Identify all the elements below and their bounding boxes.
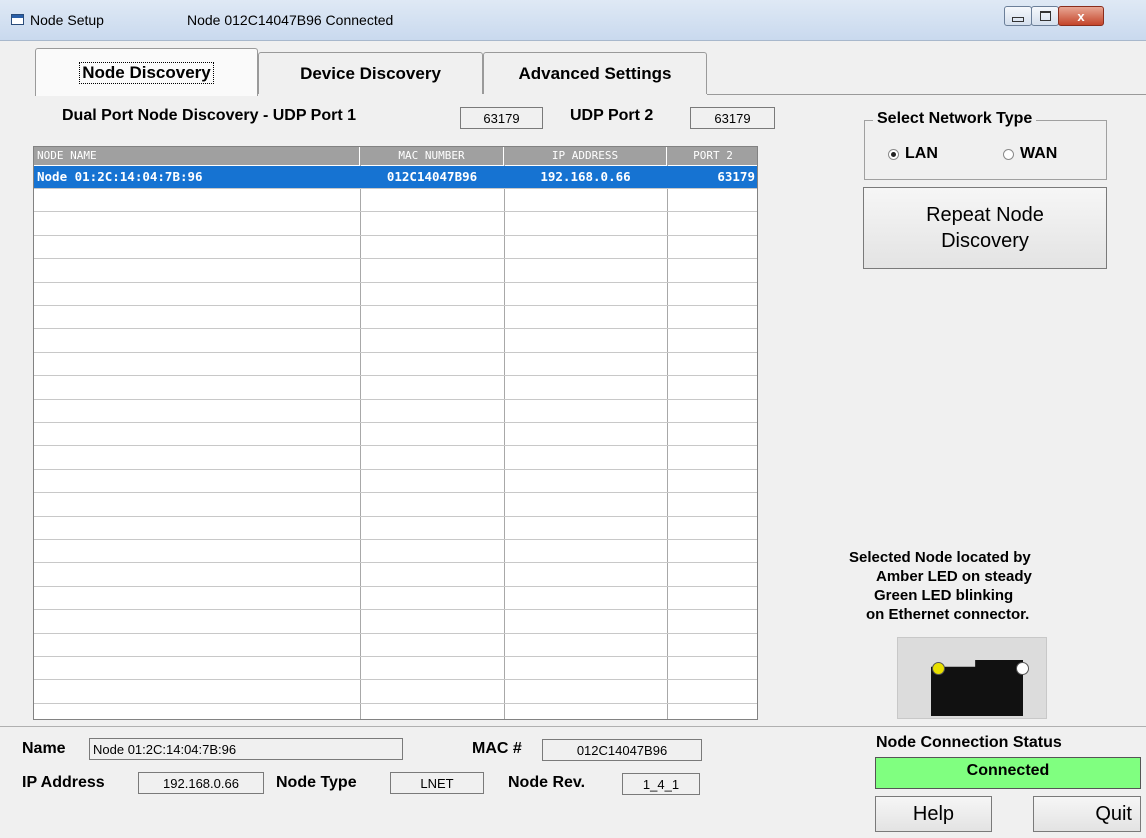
- tab-device-discovery[interactable]: Device Discovery: [258, 52, 483, 94]
- table-row-selected[interactable]: Node 01:2C:14:04:7B:96 012C14047B96 192.…: [34, 166, 757, 188]
- tab-label: Device Discovery: [300, 63, 441, 83]
- cell-mac-number: 012C14047B96: [386, 169, 478, 184]
- grid-row-line: [34, 539, 757, 540]
- repeat-node-discovery-button[interactable]: Repeat Node Discovery: [863, 187, 1107, 269]
- radio-wan-label: WAN: [1020, 145, 1058, 162]
- grid-row-line: [34, 258, 757, 259]
- column-header-mac-number[interactable]: MAC NUMBER: [360, 147, 504, 165]
- title-bar: Node Setup Node 012C14047B96 Connected x: [0, 0, 1146, 41]
- green-led-icon: [1016, 662, 1029, 675]
- ethernet-connector-image: [897, 637, 1047, 719]
- minimize-icon: [1012, 16, 1024, 22]
- node-type-field[interactable]: LNET: [390, 772, 484, 794]
- grid-row-line: [34, 445, 757, 446]
- grid-row-line: [34, 492, 757, 493]
- grid-row-line: [34, 399, 757, 400]
- grid-row-line: [34, 703, 757, 704]
- grid-row-line: [34, 562, 757, 563]
- hint-line: Selected Node located by: [849, 549, 1031, 566]
- node-rev-label: Node Rev.: [508, 774, 586, 791]
- window-status-text: Node 012C14047B96 Connected: [187, 12, 394, 28]
- amber-led-icon: [932, 662, 945, 675]
- udp-port1-field[interactable]: 63179: [460, 107, 543, 129]
- network-type-legend: Select Network Type: [873, 110, 1037, 128]
- column-header-node-name[interactable]: NODE NAME: [34, 147, 360, 165]
- window-title: Node Setup: [30, 12, 104, 28]
- radio-lan-label: LAN: [905, 145, 938, 162]
- tab-advanced-settings[interactable]: Advanced Settings: [483, 52, 707, 94]
- hint-line: on Ethernet connector.: [866, 606, 1030, 623]
- node-rev-field[interactable]: 1_4_1: [622, 773, 700, 795]
- led-hint-text: Selected Node located by Amber LED on st…: [846, 548, 1136, 624]
- udp-port2-label: UDP Port 2: [570, 107, 654, 124]
- radio-unchecked-icon: [1003, 148, 1014, 160]
- grid-row-line: [34, 469, 757, 470]
- grid-column-divider: [360, 165, 361, 719]
- grid-row-line: [34, 633, 757, 634]
- grid-row-line: [34, 422, 757, 423]
- connection-status-indicator: Connected: [875, 757, 1141, 789]
- quit-button[interactable]: Quit: [1033, 796, 1141, 832]
- hint-line: Amber LED on steady: [876, 568, 1032, 585]
- grid-row-line: [34, 282, 757, 283]
- grid-row-line: [34, 188, 757, 189]
- name-label: Name: [22, 740, 66, 757]
- mac-label: MAC #: [472, 740, 522, 757]
- hint-line: Green LED blinking: [874, 587, 1014, 604]
- close-button[interactable]: x: [1058, 6, 1104, 26]
- app-window-icon: [11, 14, 24, 25]
- grid-row-line: [34, 679, 757, 680]
- udp-port1-label: Dual Port Node Discovery - UDP Port 1: [62, 107, 356, 124]
- ip-address-field[interactable]: 192.168.0.66: [138, 772, 264, 794]
- maximize-button[interactable]: [1031, 6, 1059, 26]
- cell-node-name: Node 01:2C:14:04:7B:96: [37, 169, 203, 184]
- radio-lan[interactable]: LAN: [888, 145, 938, 163]
- cell-port-2: 63179: [717, 169, 755, 184]
- node-type-label: Node Type: [276, 774, 357, 791]
- maximize-icon: [1039, 11, 1051, 21]
- tab-node-discovery[interactable]: Node Discovery: [35, 48, 258, 96]
- udp-port2-field[interactable]: 63179: [690, 107, 775, 129]
- grid-row-line: [34, 352, 757, 353]
- node-grid[interactable]: NODE NAME MAC NUMBER IP ADDRESS PORT 2 N…: [33, 146, 758, 720]
- grid-row-line: [34, 305, 757, 306]
- grid-column-divider: [504, 165, 505, 719]
- radio-wan[interactable]: WAN: [1003, 145, 1057, 163]
- ip-address-label: IP Address: [22, 774, 105, 791]
- grid-row-line: [34, 656, 757, 657]
- name-field[interactable]: Node 01:2C:14:04:7B:96: [89, 738, 403, 760]
- column-header-port-2[interactable]: PORT 2: [667, 147, 757, 165]
- radio-checked-icon: [888, 148, 899, 160]
- column-header-ip-address[interactable]: IP ADDRESS: [504, 147, 667, 165]
- grid-row-line: [34, 235, 757, 236]
- grid-header: NODE NAME MAC NUMBER IP ADDRESS PORT 2: [34, 147, 757, 165]
- details-separator: [0, 726, 1146, 727]
- help-button[interactable]: Help: [875, 796, 992, 832]
- tab-strip-border: [707, 94, 1146, 95]
- tab-label: Advanced Settings: [518, 63, 672, 83]
- tab-label: Node Discovery: [79, 61, 214, 84]
- close-icon: x: [1077, 8, 1085, 24]
- connection-status-label: Node Connection Status: [876, 734, 1062, 751]
- grid-row-line: [34, 516, 757, 517]
- minimize-button[interactable]: [1004, 6, 1032, 26]
- grid-row-line: [34, 211, 757, 212]
- grid-row-line: [34, 609, 757, 610]
- grid-row-line: [34, 375, 757, 376]
- mac-field[interactable]: 012C14047B96: [542, 739, 702, 761]
- grid-row-line: [34, 328, 757, 329]
- grid-column-divider: [667, 165, 668, 719]
- cell-ip-address: 192.168.0.66: [540, 169, 631, 184]
- grid-row-line: [34, 586, 757, 587]
